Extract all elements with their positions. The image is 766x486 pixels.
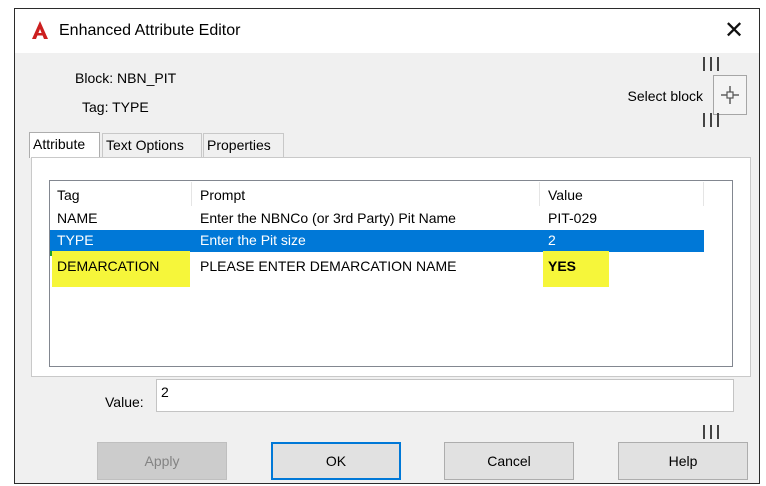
row-tag: TYPE bbox=[57, 232, 94, 248]
resize-gripper bbox=[699, 425, 725, 439]
tab-attribute[interactable]: Attribute bbox=[29, 132, 100, 158]
window-title: Enhanced Attribute Editor bbox=[59, 22, 241, 39]
enhanced-attribute-editor-dialog: Enhanced Attribute Editor ✕ Block: NBN_P… bbox=[14, 8, 760, 484]
crosshair-pick-icon bbox=[721, 86, 739, 104]
column-header-prompt[interactable]: Prompt bbox=[200, 187, 245, 203]
help-button[interactable]: Help bbox=[618, 442, 748, 480]
ok-button[interactable]: OK bbox=[271, 442, 401, 480]
value-input[interactable]: 2 bbox=[156, 379, 734, 412]
row-tag: DEMARCATION bbox=[57, 258, 160, 274]
attribute-tab-panel: Tag Prompt Value NAME Enter the NBNCo (o… bbox=[31, 157, 751, 377]
row-value: 2 bbox=[548, 232, 556, 248]
block-name-label: Block: NBN_PIT bbox=[75, 70, 177, 86]
cancel-button[interactable]: Cancel bbox=[444, 442, 574, 480]
title-bar: Enhanced Attribute Editor ✕ bbox=[15, 9, 759, 53]
tab-properties[interactable]: Properties bbox=[203, 133, 284, 157]
close-button[interactable]: ✕ bbox=[719, 16, 749, 46]
value-label: Value: bbox=[105, 394, 144, 410]
close-icon: ✕ bbox=[723, 17, 745, 44]
table-row[interactable]: DEMARCATION PLEASE ENTER DEMARCATION NAM… bbox=[50, 256, 704, 278]
row-prompt: Enter the NBNCo (or 3rd Party) Pit Name bbox=[200, 210, 456, 226]
tag-name-label: Tag: TYPE bbox=[82, 99, 149, 115]
row-value: YES bbox=[548, 258, 577, 274]
row-prompt: PLEASE ENTER DEMARCATION NAME bbox=[200, 258, 457, 274]
column-header-tag[interactable]: Tag bbox=[57, 187, 80, 203]
table-header: Tag Prompt Value bbox=[50, 181, 732, 207]
table-row[interactable]: NAME Enter the NBNCo (or 3rd Party) Pit … bbox=[50, 208, 704, 230]
select-block-label: Select block bbox=[627, 88, 703, 104]
autocad-app-icon bbox=[31, 20, 49, 40]
row-tag: NAME bbox=[57, 210, 98, 226]
resize-gripper bbox=[699, 57, 725, 71]
row-prompt: Enter the Pit size bbox=[200, 232, 306, 248]
apply-button[interactable]: Apply bbox=[97, 442, 227, 480]
resize-gripper bbox=[699, 113, 725, 127]
column-header-value[interactable]: Value bbox=[548, 187, 583, 203]
row-value: PIT-029 bbox=[548, 210, 598, 226]
select-block-button[interactable] bbox=[713, 75, 747, 115]
tab-text-options[interactable]: Text Options bbox=[102, 133, 202, 157]
table-row-selected[interactable]: TYPE Enter the Pit size 2 bbox=[50, 230, 704, 252]
attribute-table: Tag Prompt Value NAME Enter the NBNCo (o… bbox=[49, 180, 733, 367]
